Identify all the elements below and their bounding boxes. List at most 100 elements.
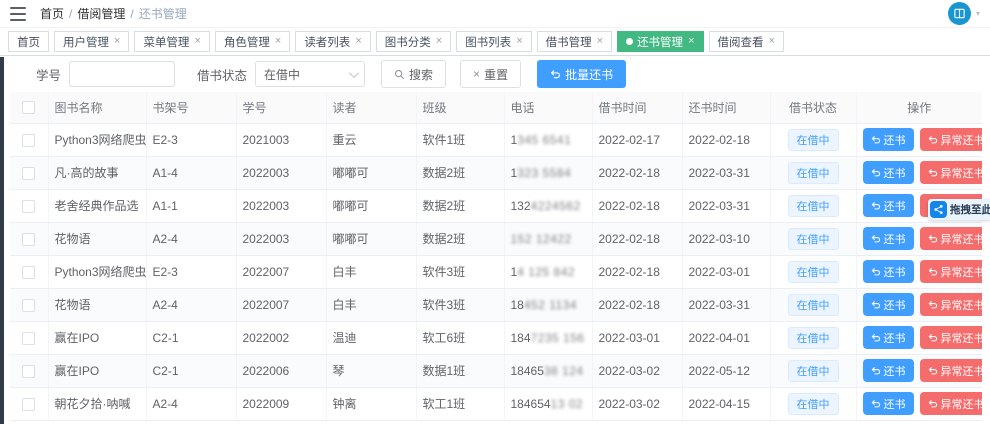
collapsed-sidebar-strip[interactable] — [0, 57, 4, 424]
reset-button[interactable]: × 重置 — [460, 60, 521, 88]
student-id: 2022007 — [243, 265, 290, 279]
phone-number: 1324224562 — [511, 199, 581, 213]
tab-label: 角色管理 — [224, 34, 270, 50]
row-checkbox[interactable] — [22, 299, 35, 312]
select-all-checkbox[interactable] — [22, 101, 35, 114]
row-checkbox[interactable] — [22, 332, 35, 345]
abnormal-return-button[interactable]: 异常还书 — [920, 161, 983, 184]
borrow-date: 2022-02-18 — [599, 298, 660, 312]
drag-upload-float-widget[interactable]: 拖拽至此上 — [928, 199, 990, 220]
abnormal-return-button[interactable]: 异常还书 — [920, 293, 983, 316]
abnormal-return-button[interactable]: 异常还书 — [920, 392, 983, 415]
status-badge: 在借中 — [788, 129, 839, 151]
student-id: 2022003 — [243, 166, 290, 180]
tab-close-icon[interactable]: × — [355, 36, 361, 47]
breadcrumb-borrow-mgmt[interactable]: 借阅管理 — [77, 5, 125, 22]
abnormal-return-button[interactable]: 异常还书 — [920, 326, 983, 349]
menu-toggle-icon[interactable] — [10, 7, 26, 21]
shelf-no: A1-4 — [153, 166, 178, 180]
tab-0[interactable]: 首页 — [8, 31, 49, 52]
return-book-management-page: 首页 / 借阅管理 / 还书管理 ▾ 首页用户管理×菜单管理×角色管理×读者列表… — [0, 0, 990, 424]
return-book-button[interactable]: 还书 — [863, 392, 914, 415]
tab-1[interactable]: 用户管理× — [54, 31, 129, 52]
row-checkbox[interactable] — [22, 200, 35, 213]
search-icon — [394, 69, 405, 80]
tab-3[interactable]: 角色管理 × — [215, 31, 290, 52]
return-book-label: 还书 — [884, 264, 906, 280]
search-button[interactable]: 搜索 — [381, 60, 446, 88]
return-book-button[interactable]: 还书 — [863, 161, 914, 184]
tab-2[interactable]: 菜单管理× — [134, 31, 209, 52]
avatar-caret-icon[interactable]: ▾ — [976, 9, 980, 18]
table-row: 老舍经典作品选A1-12022003嘟嘟可数据2班13242245622022-… — [10, 189, 982, 222]
student-id: 2022007 — [243, 298, 290, 312]
tab-close-icon[interactable]: × — [597, 36, 603, 47]
tab-6[interactable]: 图书列表 × — [456, 31, 531, 52]
user-avatar[interactable] — [948, 2, 971, 25]
return-book-button[interactable]: 还书 — [863, 260, 914, 283]
return-book-button[interactable]: 还书 — [863, 359, 914, 382]
breadcrumb-home[interactable]: 首页 — [40, 5, 64, 22]
abnormal-return-label: 异常还书 — [941, 264, 983, 280]
tab-label: 借书管理 — [546, 34, 592, 50]
tab-close-icon[interactable]: × — [114, 36, 120, 47]
tab-label: 首页 — [17, 34, 40, 50]
return-arrow-icon — [871, 135, 881, 145]
tab-close-icon[interactable]: × — [688, 36, 694, 47]
borrow-status-select[interactable]: 在借中 — [255, 61, 365, 87]
row-checkbox[interactable] — [22, 365, 35, 378]
batch-return-label: 批量还书 — [565, 66, 613, 83]
return-book-button[interactable]: 还书 — [863, 194, 914, 217]
return-book-button[interactable]: 还书 — [863, 293, 914, 316]
tab-close-icon[interactable]: × — [275, 36, 281, 47]
abnormal-return-button[interactable]: 异常还书 — [920, 227, 983, 250]
abnormal-return-label: 异常还书 — [941, 330, 983, 346]
abnormal-return-button[interactable]: 异常还书 — [920, 128, 983, 151]
tab-close-icon[interactable]: × — [516, 36, 522, 47]
tab-close-icon[interactable]: × — [194, 36, 200, 47]
return-book-label: 还书 — [884, 363, 906, 379]
abnormal-return-button[interactable]: 异常还书 — [920, 260, 983, 283]
abnormal-return-label: 异常还书 — [941, 297, 983, 313]
book-name: Python3网络爬虫开发 — [55, 265, 147, 279]
tab-7[interactable]: 借书管理 × — [537, 31, 612, 52]
col-student-id: 学号 — [236, 92, 326, 123]
row-checkbox[interactable] — [22, 167, 35, 180]
return-date: 2022-02-18 — [689, 133, 750, 147]
tab-close-icon[interactable]: × — [436, 36, 442, 47]
return-arrow-icon — [871, 234, 881, 244]
reader-name: 白丰 — [333, 265, 357, 279]
return-arrow-icon — [871, 366, 881, 376]
batch-return-button[interactable]: 批量还书 — [537, 60, 626, 88]
table-header-row: 图书名称 书架号 学号 读者 班级 电话 借书时间 还书时间 借书状态 操作 — [10, 92, 982, 123]
book-name: 花物语 — [55, 232, 91, 246]
col-return-date: 还书时间 — [682, 92, 770, 123]
row-checkbox[interactable] — [22, 233, 35, 246]
class-name: 软件3班 — [423, 298, 466, 312]
tab-8-active[interactable]: 还书管理× — [617, 31, 703, 52]
table-row: 花物语A2-42022003嘟嘟可数据2班152 124222022-02-18… — [10, 222, 982, 255]
row-checkbox[interactable] — [22, 266, 35, 279]
return-book-label: 还书 — [884, 198, 906, 214]
tab-5[interactable]: 图书分类× — [376, 31, 451, 52]
abnormal-return-label: 异常还书 — [941, 231, 983, 247]
chevron-down-icon — [349, 68, 359, 78]
abnormal-return-button[interactable]: 异常还书 — [920, 359, 983, 382]
student-id-input[interactable] — [69, 61, 175, 87]
tab-close-icon[interactable]: × — [769, 36, 775, 47]
tab-4[interactable]: 读者列表× — [295, 31, 370, 52]
return-book-button[interactable]: 还书 — [863, 128, 914, 151]
class-name: 软件3班 — [423, 265, 466, 279]
tab-label: 图书列表 — [465, 34, 511, 50]
phone-number: 1847235 156 — [511, 331, 585, 345]
table-row: 朝花夕拾·呐喊A2-42022009钟离软工1班18465413 022022-… — [10, 387, 982, 420]
avatar-book-icon — [953, 7, 966, 20]
tab-9[interactable]: 借阅查看× — [709, 31, 784, 52]
return-arrow-icon — [928, 234, 938, 244]
phone-number: 1846538 124 — [511, 364, 584, 378]
row-checkbox[interactable] — [22, 134, 35, 147]
return-book-button[interactable]: 还书 — [863, 326, 914, 349]
return-date: 2022-03-10 — [689, 232, 750, 246]
row-checkbox[interactable] — [22, 398, 35, 411]
return-book-button[interactable]: 还书 — [863, 227, 914, 250]
